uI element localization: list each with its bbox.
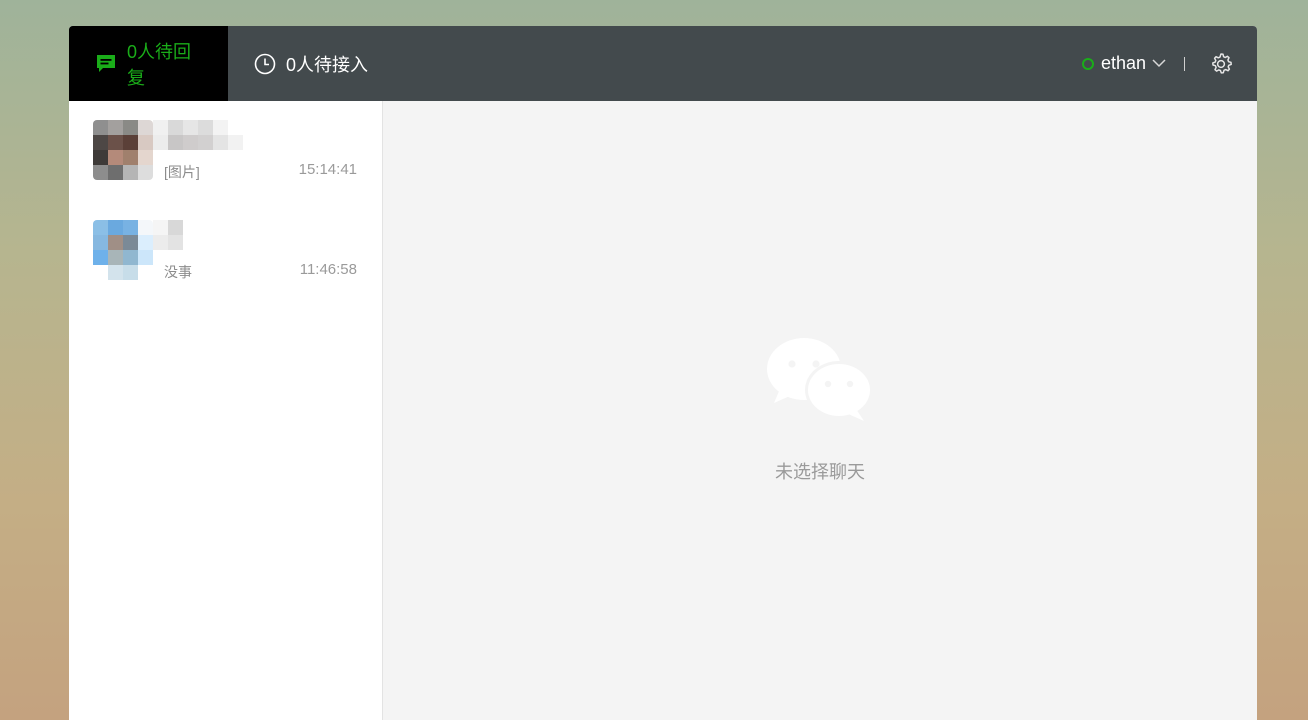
message-time: 11:46:58	[299, 261, 357, 278]
tab-pending-access[interactable]: 0人待接入	[228, 26, 388, 101]
message-preview: [图片]	[164, 164, 200, 180]
chat-bubble-icon	[95, 53, 117, 75]
avatar	[93, 120, 153, 180]
message-time: 15:14:41	[298, 161, 357, 178]
tab-pending-access-label: 0人待接入	[286, 54, 369, 75]
header-tools: ethan	[1081, 26, 1233, 101]
list-item[interactable]: 没事 11:46:58	[69, 201, 382, 301]
conversation-list: [图片] 15:14:41 没事 11:46:58	[69, 101, 383, 720]
tab-pending-reply[interactable]: 0人待回复	[69, 26, 228, 101]
online-status-icon	[1081, 57, 1094, 70]
user-menu[interactable]: ethan	[1081, 53, 1166, 74]
user-name: ethan	[1100, 53, 1146, 73]
chat-window: 0人待回复 0人待接入 ethan [图片] 15:14:41 没事 11:46…	[69, 26, 1257, 720]
chevron-down-icon	[1152, 59, 1166, 68]
list-item[interactable]: [图片] 15:14:41	[69, 101, 382, 201]
empty-state-text: 未选择聊天	[775, 462, 865, 482]
chat-panel: 未选择聊天	[383, 101, 1257, 720]
contact-name-blurred	[153, 220, 183, 250]
top-bar: 0人待回复 0人待接入 ethan	[69, 26, 1257, 101]
contact-name-blurred	[153, 120, 243, 150]
header-divider	[1184, 56, 1185, 71]
tab-pending-reply-label: 0人待回复	[127, 41, 192, 88]
message-preview: 没事	[164, 264, 192, 280]
wechat-icon	[766, 338, 874, 427]
gear-icon[interactable]	[1209, 52, 1233, 76]
clock-icon	[254, 53, 276, 75]
empty-state: 未选择聊天	[383, 337, 1257, 484]
avatar	[93, 220, 153, 280]
